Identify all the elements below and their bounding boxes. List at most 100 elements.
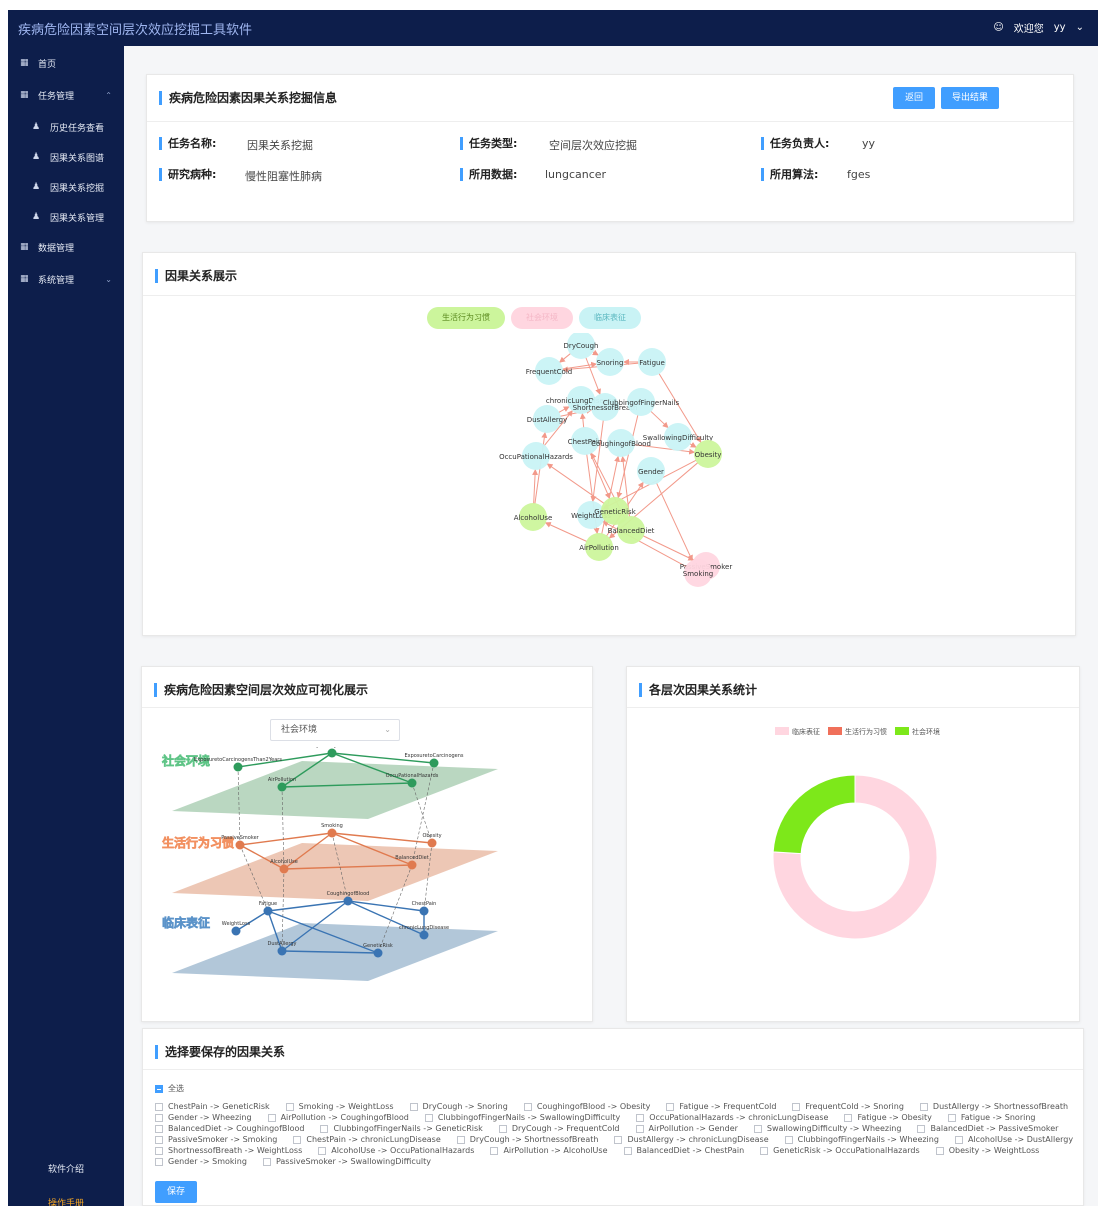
relation-checkbox[interactable]: BalancedDiet -> PassiveSmoker bbox=[917, 1124, 1058, 1133]
causal-node[interactable]: AirPollution bbox=[579, 533, 619, 561]
checkbox[interactable] bbox=[293, 1135, 302, 1144]
relation-checkbox[interactable]: Fatigue -> FrequentCold bbox=[666, 1102, 776, 1111]
checkbox[interactable] bbox=[285, 1102, 294, 1111]
layer-node[interactable] bbox=[327, 748, 337, 758]
checkbox[interactable] bbox=[320, 1124, 329, 1133]
causal-node[interactable]: FrequentCold bbox=[526, 357, 572, 385]
checkbox[interactable] bbox=[784, 1135, 793, 1144]
causal-node[interactable]: Obesity bbox=[694, 440, 722, 468]
sidebar-item-history[interactable]: ♟ 历史任务查看 bbox=[8, 114, 124, 140]
checkbox[interactable] bbox=[917, 1124, 926, 1133]
checkbox[interactable] bbox=[155, 1146, 163, 1155]
layer-node[interactable] bbox=[407, 778, 417, 788]
user-manual-link[interactable]: 操作手册 bbox=[8, 1196, 124, 1206]
chevron-down-icon[interactable]: ⌄ bbox=[1076, 22, 1084, 33]
checkbox[interactable] bbox=[753, 1124, 762, 1133]
relation-checkbox[interactable]: DustAllergy -> ShortnessofBreath bbox=[919, 1102, 1068, 1111]
checkbox[interactable] bbox=[155, 1102, 163, 1111]
causal-node[interactable]: Fatigue bbox=[638, 348, 666, 376]
sidebar-item-causal-manage[interactable]: ♟ 因果关系管理 bbox=[8, 204, 124, 230]
sidebar-item-causal-graph[interactable]: ♟ 因果关系图谱 bbox=[8, 144, 124, 170]
relation-checkbox[interactable]: DryCough -> Snoring bbox=[409, 1102, 508, 1111]
layer-node[interactable] bbox=[429, 758, 439, 768]
causal-node[interactable]: AlcoholUse bbox=[514, 503, 553, 531]
relation-checkbox[interactable]: Smoking -> WeightLoss bbox=[285, 1102, 394, 1111]
relation-checkbox[interactable]: Fatigue -> Snoring bbox=[947, 1113, 1035, 1122]
relation-checkbox[interactable]: ChestPain -> chronicLungDisease bbox=[293, 1135, 441, 1144]
relation-checkbox[interactable]: BalancedDiet -> CoughingofBlood bbox=[155, 1124, 304, 1133]
checkbox[interactable] bbox=[947, 1113, 956, 1122]
layer-node[interactable] bbox=[419, 930, 429, 940]
checkbox[interactable] bbox=[155, 1113, 163, 1122]
checkbox[interactable] bbox=[155, 1135, 163, 1144]
causal-node[interactable]: DustAllergy bbox=[527, 405, 568, 433]
relation-checkbox[interactable]: ClubbingofFingerNails -> GeneticRisk bbox=[320, 1124, 483, 1133]
layer-3d-graph[interactable]: 社会环境生活行为习惯临床表征FamilyHistoryofDiseaseExpo… bbox=[142, 747, 594, 1019]
legend-clinical[interactable]: 临床表征 bbox=[579, 307, 641, 329]
user-area[interactable]: ☺ 欢迎您 yy ⌄ bbox=[993, 20, 1084, 35]
user-name[interactable]: yy bbox=[1054, 22, 1066, 33]
relation-checkbox[interactable]: SwallowingDifficulty -> Wheezing bbox=[753, 1124, 901, 1133]
legend-swatch[interactable] bbox=[895, 727, 909, 735]
checkbox[interactable] bbox=[523, 1102, 532, 1111]
layer-node[interactable] bbox=[231, 926, 241, 936]
sidebar-item-causal-mining[interactable]: ♟ 因果关系挖掘 bbox=[8, 174, 124, 200]
checkbox[interactable] bbox=[267, 1113, 276, 1122]
relation-checkbox[interactable]: DustAllergy -> chronicLungDisease bbox=[614, 1135, 769, 1144]
legend-swatch[interactable] bbox=[828, 727, 842, 735]
layer-node[interactable] bbox=[263, 906, 273, 916]
checkbox[interactable] bbox=[919, 1102, 928, 1111]
checkbox[interactable] bbox=[623, 1146, 632, 1155]
relation-checkbox[interactable]: DryCough -> FrequentCold bbox=[498, 1124, 620, 1133]
relation-checkbox[interactable]: AirPollution -> Gender bbox=[635, 1124, 738, 1133]
back-button[interactable]: 返回 bbox=[893, 87, 935, 109]
layer-node[interactable] bbox=[419, 906, 429, 916]
checkbox[interactable] bbox=[155, 1157, 163, 1166]
checkbox-checked[interactable] bbox=[155, 1084, 163, 1093]
layer-node[interactable] bbox=[373, 948, 383, 958]
relation-checkbox[interactable]: Gender -> Wheezing bbox=[155, 1113, 252, 1122]
relation-checkbox[interactable]: Gender -> Smoking bbox=[155, 1157, 247, 1166]
checkbox[interactable] bbox=[666, 1102, 675, 1111]
relation-checkbox[interactable]: CoughingofBlood -> Obesity bbox=[523, 1102, 650, 1111]
sidebar-item-home[interactable]: ▦ 首页 bbox=[8, 50, 124, 76]
relation-checkbox[interactable]: Fatigue -> Obesity bbox=[844, 1113, 932, 1122]
legend-social[interactable]: 社会环境 bbox=[511, 307, 573, 329]
layer-node[interactable] bbox=[235, 840, 245, 850]
relation-checkbox[interactable]: ShortnessofBreath -> WeightLoss bbox=[155, 1146, 302, 1155]
causal-node[interactable]: OccuPationalHazards bbox=[499, 442, 573, 470]
donut-slice[interactable] bbox=[772, 774, 856, 855]
causal-network-graph[interactable]: DryCoughSnoring FatigueFrequentColdchroni… bbox=[143, 333, 1077, 633]
layer-node[interactable] bbox=[233, 762, 243, 772]
checkbox[interactable] bbox=[262, 1157, 271, 1166]
checkbox[interactable] bbox=[935, 1146, 944, 1155]
legend-label[interactable]: 临床表征 bbox=[792, 727, 820, 736]
relation-checkbox[interactable]: BalancedDiet -> ChestPain bbox=[623, 1146, 744, 1155]
checkbox[interactable] bbox=[954, 1135, 963, 1144]
checkbox[interactable] bbox=[636, 1113, 645, 1122]
software-intro-link[interactable]: 软件介绍 bbox=[8, 1162, 124, 1175]
sidebar-item-task-management[interactable]: ▦ 任务管理 ⌃ bbox=[8, 82, 124, 108]
checkbox[interactable] bbox=[844, 1113, 853, 1122]
relation-checkbox[interactable]: PassiveSmoker -> SwallowingDifficulty bbox=[262, 1157, 431, 1166]
checkbox[interactable] bbox=[318, 1146, 327, 1155]
select-all-checkbox[interactable]: 全选 bbox=[155, 1083, 184, 1094]
relation-checkbox[interactable]: AlcoholUse -> OccuPationalHazards bbox=[318, 1146, 474, 1155]
relation-checkbox[interactable]: AirPollution -> AlcoholUse bbox=[490, 1146, 608, 1155]
layer-select[interactable]: 社会环境 ⌄ bbox=[270, 719, 400, 741]
checkbox[interactable] bbox=[490, 1146, 499, 1155]
relation-checkbox[interactable]: ChestPain -> GeneticRisk bbox=[155, 1102, 270, 1111]
legend-swatch[interactable] bbox=[775, 727, 789, 735]
relation-checkbox[interactable]: AirPollution -> CoughingofBlood bbox=[267, 1113, 409, 1122]
layer-node[interactable] bbox=[277, 946, 287, 956]
checkbox[interactable] bbox=[155, 1124, 163, 1133]
relation-checkbox[interactable]: ClubbingofFingerNails -> SwallowingDiffi… bbox=[424, 1113, 620, 1122]
relation-checkbox[interactable]: ClubbingofFingerNails -> Wheezing bbox=[784, 1135, 939, 1144]
checkbox[interactable] bbox=[498, 1124, 507, 1133]
donut-chart[interactable]: 临床表征 生活行为习惯 社会环境 bbox=[627, 717, 1081, 1017]
checkbox[interactable] bbox=[792, 1102, 801, 1111]
sidebar-item-data-management[interactable]: ▦ 数据管理 bbox=[8, 234, 124, 260]
layer-node[interactable] bbox=[407, 860, 417, 870]
export-button[interactable]: 导出结果 bbox=[941, 87, 999, 109]
legend-lifestyle[interactable]: 生活行为习惯 bbox=[427, 307, 505, 329]
